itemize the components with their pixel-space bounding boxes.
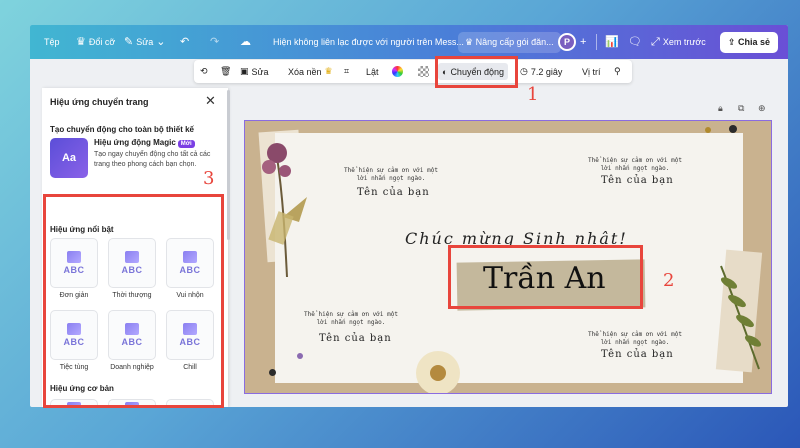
duration-label: 7.2 giây (530, 66, 563, 77)
crown-icon: ♛ (76, 35, 86, 48)
dark-dot (269, 369, 276, 376)
panel-title: Hiệu ứng chuyển trang (50, 97, 149, 107)
share-button[interactable]: ⇪ Chia sẻ (720, 25, 779, 59)
comment-icon[interactable]: 🗨 (628, 25, 642, 59)
position-label: Vị trí (582, 66, 601, 77)
crop-icon[interactable]: ⌗ (344, 60, 349, 83)
edit-label: Sửa (136, 37, 154, 47)
share-icon: ⇪ (728, 36, 739, 47)
insights-icon[interactable]: 📊 (605, 25, 619, 59)
edit-image-button[interactable]: ▣ Sửa (240, 60, 269, 83)
color-wheel-icon (392, 66, 403, 77)
new-badge: Mới (177, 140, 195, 148)
top-bar: Tệp ♛ Đổi cỡ ✎ Sửa ⌄ ↶ ↷ ☁ Hiện không liên … (30, 25, 788, 59)
magic-animate-card[interactable]: Aa Hiệu ứng động Magic Mới Tạo ngay chuyể… (50, 138, 218, 184)
annotation-box-animate (435, 56, 518, 88)
message-text-4[interactable]: Thể hiện sự cảm ơn với một lời nhắn ngọt… (585, 331, 685, 347)
transparency-icon[interactable] (418, 60, 429, 83)
upgrade-label: Nâng cấp gói đăn... (475, 36, 554, 47)
pencil-icon: ✎ (124, 35, 134, 48)
message-text-3[interactable]: Thể hiện sự cảm ơn với một lời nhắn ngọt… (301, 311, 401, 327)
annotation-number-1: 1 (527, 84, 539, 105)
upgrade-button[interactable]: ♛ Nâng cấp gói đăn... (458, 25, 561, 59)
remove-bg-button[interactable]: Xóa nền ♛ (288, 60, 333, 83)
avatar-initial: P (558, 33, 576, 51)
cloud-sync-icon[interactable]: ☁ (240, 25, 251, 59)
replace-icon[interactable]: ⟲ (200, 60, 208, 83)
close-icon[interactable]: ✕ (205, 93, 216, 109)
magic-name: Hiệu ứng động Magic Mới (94, 138, 216, 148)
message-text-1[interactable]: Thể hiện sự cảm ơn với một lời nhắn ngọt… (341, 167, 441, 183)
plus-icon: + (580, 35, 587, 48)
element-toolbar: ⟲ 🗑 ▣ Sửa Xóa nền ♛ ⌗ Lật ◐ Chuyển động ◷ 7.… (194, 60, 632, 83)
color-picker[interactable] (392, 60, 403, 83)
share-label: Chia sẻ (738, 36, 771, 47)
magic-name-text: Hiệu ứng động Magic (94, 138, 176, 147)
undo-icon[interactable]: ↶ (180, 25, 189, 59)
status-text: Hiện không liên lạc được với người trên … (273, 37, 464, 47)
add-collaborator-button[interactable]: + (580, 25, 586, 59)
duplicate-icon[interactable]: ⧉ (738, 103, 744, 114)
remove-bg-label: Xóa nền (288, 66, 322, 77)
duration-button[interactable]: ◷ 7.2 giây (520, 60, 562, 83)
resize-label: Đổi cỡ (88, 37, 116, 47)
whole-design-label: Tạo chuyển động cho toàn bộ thiết kế (50, 125, 195, 134)
chevron-down-icon: ⌄ (156, 35, 166, 48)
fern-illustration (720, 265, 762, 370)
edit-menu[interactable]: ✎ Sửa ⌄ (124, 25, 165, 59)
gold-dot (705, 127, 711, 133)
add-page-icon[interactable]: ⊕ (758, 103, 766, 114)
name-text-2[interactable]: Tên của bạn (601, 175, 674, 186)
panel-scrollbar[interactable] (227, 90, 230, 240)
purple-dot (297, 353, 303, 359)
separator (596, 25, 597, 59)
name-text-1[interactable]: Tên của bạn (357, 187, 430, 198)
expand-icon: ⤢ (651, 35, 660, 48)
copy-style-icon[interactable]: ⚲ (614, 60, 621, 83)
flip-label: Lật (366, 66, 379, 77)
preview-button[interactable]: ⤢ Xem trước (651, 25, 706, 59)
magic-description: Tạo ngay chuyển động cho tất cả các tran… (94, 151, 211, 168)
message-text-2[interactable]: Thể hiện sự cảm ơn với một lời nhắn ngọt… (585, 157, 685, 173)
name-text-3[interactable]: Tên của bạn (319, 333, 392, 344)
magic-thumbnail: Aa (50, 138, 88, 178)
flip-button[interactable]: Lật (366, 60, 379, 83)
lock-icon[interactable]: 🔒︎ (718, 103, 723, 114)
dark-dot (729, 125, 737, 133)
annotation-box-name (448, 245, 643, 309)
file-menu-label: Tệp (44, 37, 60, 47)
clock-icon: ◷ (520, 66, 528, 76)
crown-icon: ♛ (465, 36, 476, 47)
daisy-illustration (416, 351, 460, 393)
image-edit-icon: ▣ (240, 66, 249, 76)
annotation-number-2: 2 (663, 270, 675, 291)
position-button[interactable]: Vị trí (582, 60, 601, 83)
redo-icon[interactable]: ↷ (210, 25, 219, 59)
name-text-4[interactable]: Tên của bạn (601, 349, 674, 360)
trash-icon[interactable]: 🗑 (220, 60, 231, 83)
annotation-box-effects (43, 194, 224, 408)
crown-icon: ♛ (324, 66, 333, 76)
file-menu[interactable]: Tệp (44, 25, 60, 59)
avatar[interactable]: P (558, 25, 576, 59)
preview-label: Xem trước (662, 37, 706, 47)
dried-flower-illustration (262, 143, 307, 277)
annotation-number-3: 3 (203, 168, 215, 189)
resize-button[interactable]: ♛ Đổi cỡ (76, 25, 115, 59)
edit-image-label: Sửa (251, 66, 269, 77)
